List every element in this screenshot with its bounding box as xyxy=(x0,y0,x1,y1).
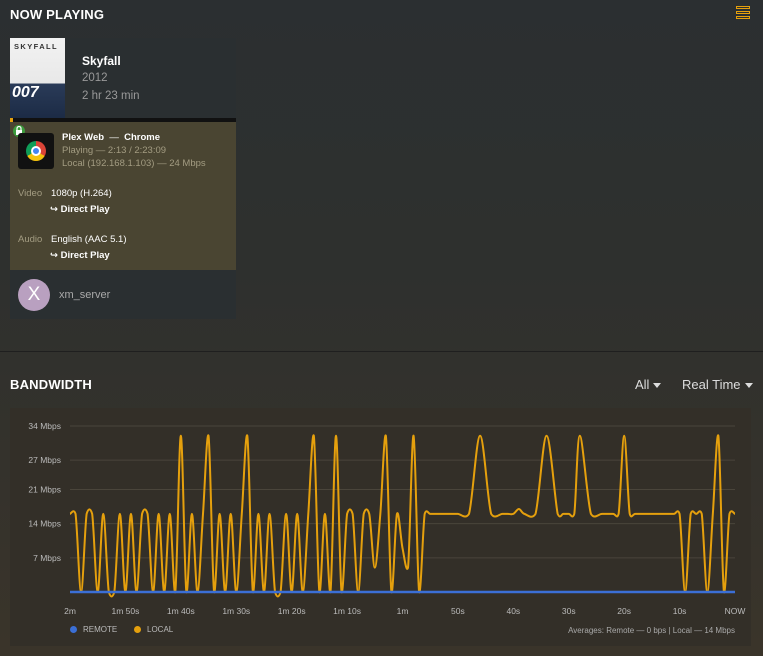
user-row[interactable]: X xm_server xyxy=(10,270,236,319)
local-dot-icon xyxy=(134,626,141,633)
network-info: Local (192.168.1.103) — 24 Mbps xyxy=(62,158,206,169)
x-tick-label: 1m xyxy=(397,606,409,616)
player-browser: Chrome xyxy=(124,132,161,143)
session-details: Plex Web — Chrome Playing — 2:13 / 2:23:… xyxy=(10,122,236,270)
x-tick-label: 1m 10s xyxy=(333,606,361,616)
x-tick-label: 30s xyxy=(562,606,576,616)
video-mode: ↪ Direct Play xyxy=(50,204,110,215)
x-tick-label: 1m 40s xyxy=(167,606,195,616)
x-tick-label: 20s xyxy=(617,606,631,616)
player-separator: — xyxy=(109,132,119,143)
caret-down-icon xyxy=(653,383,662,389)
movie-title[interactable]: Skyfall xyxy=(82,54,121,68)
legend-local-label: LOCAL xyxy=(147,625,174,634)
x-tick-label: 10s xyxy=(673,606,687,616)
player-app: Plex Web xyxy=(62,132,105,143)
y-tick-label: 34 Mbps xyxy=(28,421,61,431)
media-header: SKYFALL 007 Skyfall 2012 2 hr 23 min xyxy=(10,38,236,120)
x-tick-label: 50s xyxy=(451,606,465,616)
audio-mode: ↪ Direct Play xyxy=(50,250,110,261)
menu-icon[interactable] xyxy=(736,6,750,22)
audio-value: English (AAC 5.1) xyxy=(51,234,127,245)
page-title: NOW PLAYING xyxy=(10,7,105,22)
audio-label: Audio xyxy=(18,234,43,245)
y-tick-label: 27 Mbps xyxy=(28,455,61,465)
playback-state: Playing — 2:13 / 2:23:09 xyxy=(62,145,167,156)
x-tick-label: 1m 30s xyxy=(222,606,250,616)
poster-logo: 007 xyxy=(12,84,39,101)
x-tick-label: NOW xyxy=(725,606,746,616)
poster-image[interactable]: SKYFALL 007 xyxy=(10,38,65,120)
y-tick-label: 14 Mbps xyxy=(28,519,61,529)
bandwidth-averages: Averages: Remote — 0 bps | Local — 14 Mb… xyxy=(568,626,735,635)
legend-remote[interactable]: REMOTE xyxy=(70,625,117,634)
poster-title: SKYFALL xyxy=(14,42,58,51)
local-series-line xyxy=(69,434,736,598)
player-name: Plex Web — Chrome xyxy=(62,132,160,143)
legend-remote-label: REMOTE xyxy=(83,625,118,634)
avatar[interactable]: X xyxy=(18,279,50,311)
timespan-label: Real Time xyxy=(682,377,741,392)
video-value: 1080p (H.264) xyxy=(51,188,112,199)
x-tick-label: 40s xyxy=(506,606,520,616)
timespan-dropdown[interactable]: Real Time xyxy=(682,377,753,392)
section-divider xyxy=(0,351,763,352)
y-tick-label: 21 Mbps xyxy=(28,484,61,494)
username[interactable]: xm_server xyxy=(59,289,110,301)
movie-year: 2012 xyxy=(82,72,108,84)
caret-down-icon xyxy=(744,383,753,389)
y-tick-label: 7 Mbps xyxy=(33,553,61,563)
legend-local[interactable]: LOCAL xyxy=(134,625,173,634)
stream-filter-dropdown[interactable]: All xyxy=(635,377,662,392)
bandwidth-title: BANDWIDTH xyxy=(10,377,92,392)
x-tick-label: 1m 20s xyxy=(278,606,306,616)
remote-dot-icon xyxy=(70,626,77,633)
video-label: Video xyxy=(18,188,43,199)
bandwidth-chart-svg: 34 Mbps 27 Mbps 21 Mbps 14 Mbps 7 Mbps 2m 1m 5… xyxy=(28,421,746,616)
chrome-icon xyxy=(18,133,54,169)
now-playing-card[interactable]: SKYFALL 007 Skyfall 2012 2 hr 23 min Ple… xyxy=(10,38,236,319)
stream-filter-label: All xyxy=(635,377,650,392)
x-tick-label: 1m 50s xyxy=(111,606,139,616)
bandwidth-chart: 34 Mbps 27 Mbps 21 Mbps 14 Mbps 7 Mbps 2m 1m 5… xyxy=(10,408,751,646)
x-tick-label: 2m xyxy=(64,606,76,616)
movie-duration: 2 hr 23 min xyxy=(82,90,140,102)
